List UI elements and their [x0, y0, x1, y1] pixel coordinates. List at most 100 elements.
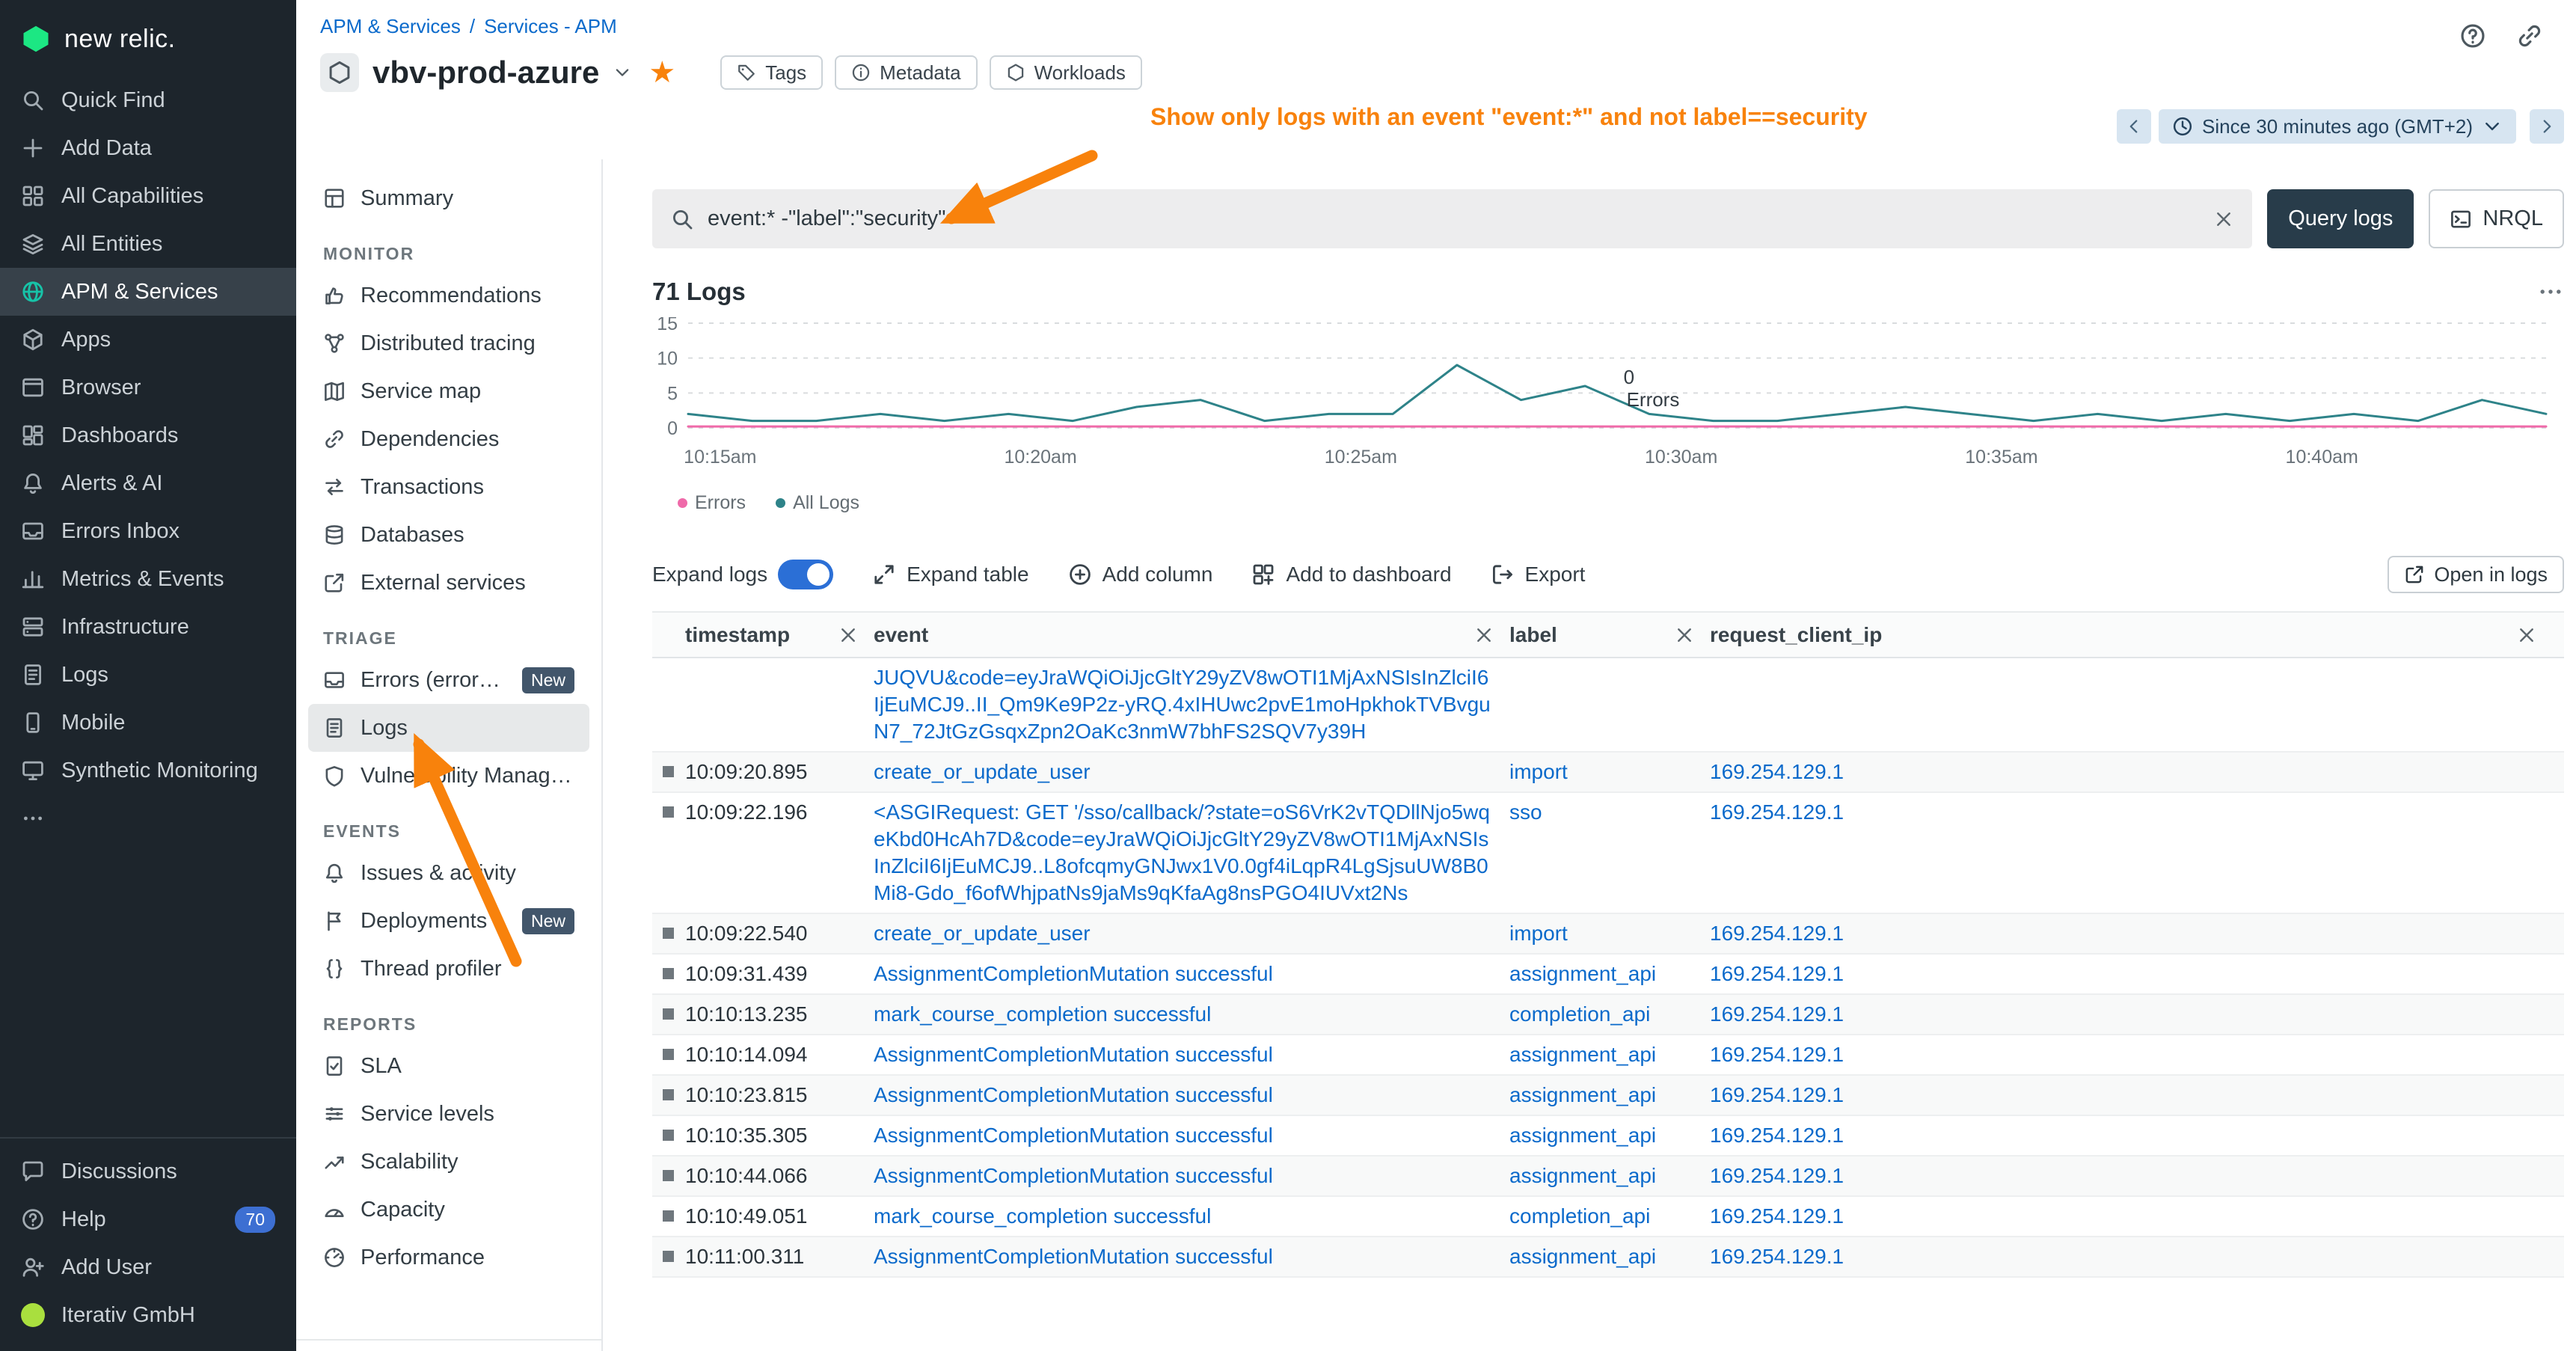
cell-label-link[interactable]: assignment_api — [1509, 1245, 1656, 1268]
newrelic-logo[interactable]: new relic. — [0, 0, 296, 76]
cell-event-link[interactable]: AssignmentCompletionMutation successful — [874, 1245, 1273, 1268]
cell-request-ip-link[interactable]: 169.254.129.1 — [1710, 922, 1844, 945]
global-nav-item[interactable]: APM & Services — [0, 268, 296, 316]
sidebar-item[interactable]: Service levels — [308, 1090, 589, 1138]
cell-event-link[interactable]: AssignmentCompletionMutation successful — [874, 1043, 1273, 1066]
sidebar-item[interactable]: External services — [308, 559, 589, 607]
sidebar-item[interactable]: Capacity — [308, 1186, 589, 1234]
log-row-marker[interactable] — [663, 968, 674, 979]
table-row[interactable]: 10:10:14.094 AssignmentCompletionMutatio… — [652, 1035, 2564, 1076]
legend-item[interactable]: All Logs — [776, 492, 859, 514]
open-in-logs-button[interactable]: Open in logs — [2388, 556, 2564, 593]
global-nav-item[interactable] — [0, 794, 296, 842]
table-row[interactable]: 10:09:22.196 <ASGIRequest: GET '/sso/cal… — [652, 793, 2564, 914]
help-icon[interactable] — [2459, 22, 2486, 49]
remove-column-icon[interactable] — [1674, 625, 1695, 646]
cell-request-ip-link[interactable]: 169.254.129.1 — [1710, 1002, 1844, 1026]
table-row[interactable]: 10:10:23.815 AssignmentCompletionMutatio… — [652, 1076, 2564, 1116]
entity-header-button[interactable]: Workloads — [990, 55, 1142, 90]
cell-label-link[interactable]: assignment_api — [1509, 1124, 1656, 1147]
cell-label-link[interactable]: assignment_api — [1509, 1083, 1656, 1106]
cell-label-link[interactable]: assignment_api — [1509, 1043, 1656, 1066]
sidebar-item[interactable]: Databases — [308, 511, 589, 559]
export-button[interactable]: Export — [1491, 563, 1586, 586]
time-range-button[interactable]: Since 30 minutes ago (GMT+2) — [2159, 109, 2516, 144]
sidebar-item[interactable]: Transactions — [308, 463, 589, 511]
breadcrumb-link-services-apm[interactable]: Services - APM — [484, 15, 617, 38]
sidebar-item[interactable]: Errors (errors inb... New — [308, 656, 589, 704]
cell-request-ip-link[interactable]: 169.254.129.1 — [1710, 800, 1844, 824]
sidebar-item[interactable]: Vulnerability Management — [308, 752, 589, 800]
sidebar-item[interactable]: Scalability — [308, 1138, 589, 1186]
cell-event-link[interactable]: create_or_update_user — [874, 760, 1091, 783]
cell-request-ip-link[interactable]: 169.254.129.1 — [1710, 1245, 1844, 1268]
add-column-button[interactable]: Add column — [1068, 563, 1213, 586]
cell-event-link[interactable]: <ASGIRequest: GET '/sso/callback/?state=… — [874, 800, 1490, 904]
global-nav-item[interactable]: Mobile — [0, 699, 296, 747]
log-row-marker[interactable] — [663, 1170, 674, 1181]
global-nav-footer-item[interactable]: Iterativ GmbH — [0, 1291, 296, 1339]
expand-logs-toggle-group[interactable]: Expand logs — [652, 560, 833, 589]
column-header[interactable]: timestamp — [685, 623, 874, 647]
global-nav-item[interactable]: Add Data — [0, 124, 296, 172]
global-nav-item[interactable]: Synthetic Monitoring — [0, 747, 296, 794]
log-row-marker[interactable] — [663, 1210, 674, 1222]
global-nav-item[interactable]: Quick Find — [0, 76, 296, 124]
log-row-marker[interactable] — [663, 1251, 674, 1262]
cell-label-link[interactable]: import — [1509, 922, 1568, 945]
expand-logs-toggle[interactable] — [778, 560, 833, 589]
global-nav-item[interactable]: All Entities — [0, 220, 296, 268]
sidebar-item[interactable]: Dependencies — [308, 415, 589, 463]
cell-label-link[interactable]: assignment_api — [1509, 1164, 1656, 1187]
global-nav-item[interactable]: Logs — [0, 651, 296, 699]
time-forward-button[interactable] — [2530, 109, 2564, 144]
log-row-marker[interactable] — [663, 806, 674, 818]
clear-query-icon[interactable] — [2213, 209, 2234, 230]
log-row-marker[interactable] — [663, 1089, 674, 1100]
sidebar-item[interactable]: Thread profiler — [308, 945, 589, 993]
global-nav-item[interactable]: Metrics & Events — [0, 555, 296, 603]
expand-table-button[interactable]: Expand table — [872, 563, 1028, 586]
cell-event-link[interactable]: mark_course_completion successful — [874, 1204, 1211, 1228]
time-back-button[interactable] — [2117, 109, 2151, 144]
sidebar-item[interactable]: Distributed tracing — [308, 319, 589, 367]
cell-request-ip-link[interactable]: 169.254.129.1 — [1710, 760, 1844, 783]
favorite-star-icon[interactable] — [648, 58, 675, 88]
cell-request-ip-link[interactable]: 169.254.129.1 — [1710, 1043, 1844, 1066]
log-row-marker[interactable] — [663, 1130, 674, 1141]
sidebar-item[interactable]: Deployments New — [308, 897, 589, 945]
add-to-dashboard-button[interactable]: Add to dashboard — [1251, 563, 1451, 586]
cell-label-link[interactable]: import — [1509, 760, 1568, 783]
log-row-marker[interactable] — [663, 1049, 674, 1060]
query-logs-button[interactable]: Query logs — [2267, 189, 2414, 248]
cell-event-link[interactable]: mark_course_completion successful — [874, 1002, 1211, 1026]
cell-event-link[interactable]: AssignmentCompletionMutation successful — [874, 1164, 1273, 1187]
table-row[interactable]: 10:10:13.235 mark_course_completion succ… — [652, 995, 2564, 1035]
table-row[interactable]: 10:10:49.051 mark_course_completion succ… — [652, 1197, 2564, 1237]
cell-event-link[interactable]: create_or_update_user — [874, 922, 1091, 945]
global-nav-item[interactable]: Alerts & AI — [0, 459, 296, 507]
remove-column-icon[interactable] — [2516, 625, 2537, 646]
query-input[interactable]: event:* -"label":"security" — [652, 189, 2252, 248]
legend-item[interactable]: Errors — [678, 492, 746, 514]
sidebar-item[interactable]: Service map — [308, 367, 589, 415]
column-header[interactable]: request_client_ip — [1710, 623, 2564, 647]
cell-event-link[interactable]: AssignmentCompletionMutation successful — [874, 962, 1273, 985]
remove-column-icon[interactable] — [1473, 625, 1494, 646]
table-row[interactable]: 10:09:20.895 create_or_update_user impor… — [652, 753, 2564, 793]
global-nav-item[interactable]: Apps — [0, 316, 296, 364]
global-nav-footer-item[interactable]: Discussions — [0, 1148, 296, 1195]
global-nav-item[interactable]: Infrastructure — [0, 603, 296, 651]
table-row[interactable]: 10:10:44.066 AssignmentCompletionMutatio… — [652, 1157, 2564, 1197]
entity-switcher-chevron-icon[interactable] — [613, 63, 632, 82]
table-row[interactable]: JUQVU&code=eyJraWQiOiJjcGltY29yZV8wOTI1M… — [652, 658, 2564, 753]
entity-header-button[interactable]: Metadata — [835, 55, 977, 90]
column-header[interactable]: event — [874, 623, 1509, 647]
sidebar-item[interactable]: Issues & activity — [308, 849, 589, 897]
cell-label-link[interactable]: assignment_api — [1509, 962, 1656, 985]
global-nav-item[interactable]: All Capabilities — [0, 172, 296, 220]
cell-request-ip-link[interactable]: 169.254.129.1 — [1710, 1164, 1844, 1187]
cell-request-ip-link[interactable]: 169.254.129.1 — [1710, 1204, 1844, 1228]
nrql-button[interactable]: NRQL — [2429, 189, 2564, 248]
global-nav-footer-item[interactable]: Help 70 — [0, 1195, 296, 1243]
